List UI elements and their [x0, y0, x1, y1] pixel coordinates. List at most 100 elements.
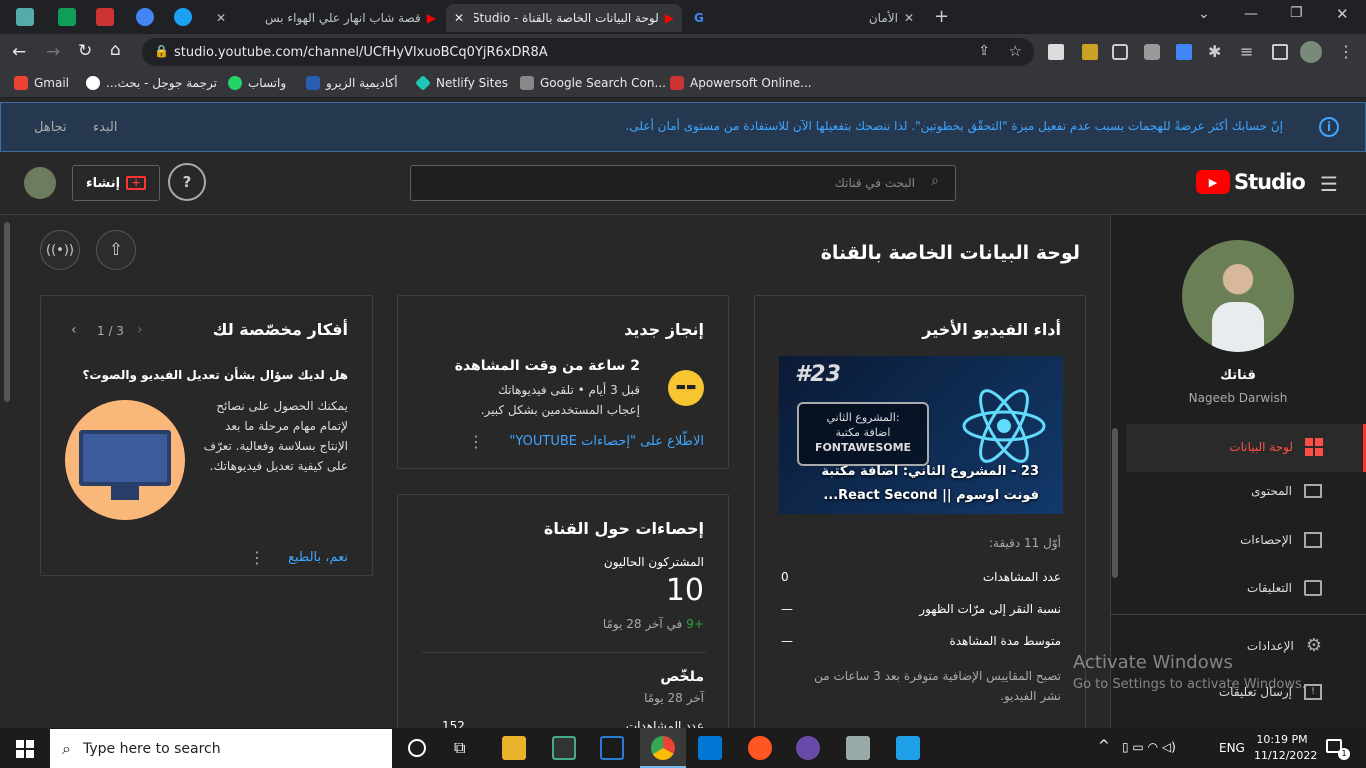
card-title: أفكار مخصّصة لك [212, 320, 348, 339]
reload-icon[interactable]: ↻ [78, 41, 92, 61]
help-icon[interactable]: ? [168, 163, 206, 201]
idea-illustration [65, 400, 185, 520]
window-close-icon[interactable]: ✕ [1336, 5, 1349, 23]
yes-button[interactable]: نعم، بالطبع [288, 550, 348, 565]
tab-studio[interactable]: ▶ لوحة البيانات الخاصة بالقناة - YouTube… [446, 4, 682, 32]
camera-icon[interactable] [1144, 44, 1160, 60]
pinned-tab-apowersoft-icon[interactable] [96, 8, 114, 26]
task-view-icon[interactable]: ⧉ [454, 738, 465, 758]
minimize-icon[interactable]: ⌄ [1198, 6, 1210, 22]
tray-chevron-icon[interactable]: ^ [1098, 738, 1110, 754]
account-avatar[interactable] [24, 167, 56, 199]
sidebar-scrollbar[interactable] [1112, 428, 1118, 578]
sidebar-item-analytics[interactable]: الإحصاءات [1240, 532, 1322, 548]
language-indicator[interactable]: ENG [1219, 741, 1245, 755]
youtube-icon: ▶ [664, 11, 674, 25]
time: 10:19 PM [1256, 733, 1308, 746]
channel-search-input[interactable]: البحث في قناتك ⌕ [410, 165, 956, 201]
bookmark-whatsapp[interactable]: واتساب [228, 76, 286, 90]
forward-icon[interactable]: → [46, 42, 60, 62]
feedback-icon: ! [1304, 684, 1322, 700]
bookmark-gmail[interactable]: Gmail [14, 76, 69, 90]
tab-security[interactable]: G الأمان ✕ [686, 4, 922, 32]
side-panel-icon[interactable] [1272, 44, 1288, 60]
bookmark-apowersoft[interactable]: Apowersoft Online... [670, 76, 812, 90]
download-app-icon[interactable] [600, 736, 624, 760]
chevron-right-icon[interactable]: › [137, 322, 143, 338]
app-icon[interactable] [846, 736, 870, 760]
more-options-icon[interactable]: ⋮ [249, 548, 265, 567]
stat-value: — [781, 634, 793, 648]
pinned-tab-icon[interactable] [16, 8, 34, 26]
channel-avatar[interactable] [1182, 240, 1294, 352]
translate-icon[interactable] [1176, 44, 1192, 60]
vscode-icon[interactable] [698, 736, 722, 760]
sidebar-item-dashboard[interactable]: لوحة البيانات [1126, 424, 1366, 472]
bookmark-netlify[interactable]: Netlify Sites [415, 75, 508, 91]
tray-icons[interactable]: ▯ ▭ ◠ ◁) [1122, 740, 1176, 754]
delta-text: في آخر 28 يومًا [602, 617, 683, 631]
create-button[interactable]: إنشاء + [72, 165, 160, 201]
share-icon[interactable]: ⇪ [978, 43, 990, 59]
back-icon[interactable]: ← [12, 42, 26, 62]
extension-pen-icon[interactable] [1082, 44, 1098, 60]
close-icon[interactable]: ✕ [454, 11, 464, 25]
clock[interactable]: 10:19 PM 11/12/2022 [1254, 732, 1318, 764]
home-icon[interactable]: ⌂ [110, 40, 121, 60]
close-icon[interactable]: ✕ [216, 11, 226, 25]
puzzle-icon[interactable]: ✱ [1208, 42, 1221, 61]
bookmark-translate[interactable]: ترجمة جوجل - بحث... [86, 76, 217, 90]
bookmark-search-console[interactable]: Google Search Con... [520, 76, 666, 90]
bookmark-label: واتساب [248, 76, 287, 90]
new-tab-icon[interactable]: + [934, 6, 949, 27]
taskbar-search-input[interactable]: ⌕ Type here to search [50, 729, 392, 768]
extension-icon[interactable] [1048, 44, 1064, 60]
upload-icon[interactable]: ⇧ [96, 230, 136, 270]
hamburger-menu-icon[interactable]: ☰ [1320, 172, 1338, 196]
close-icon[interactable]: ✕ [904, 11, 914, 25]
tab-video[interactable]: ▶ قصة شاب انهار علي الهواء بس ✕ [208, 4, 444, 32]
sidebar-item-label: التعليقات [1246, 581, 1292, 595]
sidebar-item-content[interactable]: المحتوى [1251, 484, 1322, 498]
bookmark-zero-academy[interactable]: أكاديمية الزيرو [306, 76, 398, 90]
chrome-taskbar-button[interactable] [640, 728, 686, 768]
menu-dots-icon[interactable]: ⋮ [1338, 42, 1354, 61]
store-icon[interactable] [552, 736, 576, 760]
chevron-left-icon[interactable]: ‹ [71, 322, 77, 338]
bookmark-label: Google Search Con... [540, 76, 666, 90]
start-button[interactable]: البدء [93, 120, 117, 135]
stat-label: نسبة النقر إلى مرّات الظهور [919, 602, 1061, 616]
date: 11/12/2022 [1254, 749, 1318, 762]
sidebar-item-comments[interactable]: التعليقات [1247, 580, 1322, 596]
media-icon[interactable]: ≡ [1240, 42, 1253, 61]
analytics-link[interactable]: الاطّلاع على "إحصاءات YOUTUBE" [509, 434, 704, 449]
pinned-tab-sheets-icon[interactable] [58, 8, 76, 26]
shield-icon[interactable] [1112, 44, 1128, 60]
dismiss-button[interactable]: تجاهل [34, 120, 67, 135]
video-thumbnail[interactable]: #23 المشروع الثاني: اضافة مكتبة FONTAWES… [779, 356, 1063, 514]
more-options-icon[interactable]: ⋮ [468, 432, 484, 451]
profile-avatar[interactable] [1300, 41, 1322, 63]
pinned-tab-play-icon[interactable] [136, 8, 154, 26]
search-icon: ⌕ [62, 738, 71, 758]
bookmark-star-icon[interactable]: ☆ [1009, 42, 1022, 60]
sidebar-item-settings[interactable]: ⚙ الإعدادات [1247, 637, 1322, 655]
window-minimize-icon[interactable]: — [1244, 6, 1258, 22]
channel-name: Nageeb Darwish [1188, 391, 1288, 405]
window-restore-icon[interactable]: ❐ [1290, 5, 1303, 21]
cortana-icon[interactable] [408, 739, 426, 757]
address-bar[interactable]: 🔒 studio.youtube.com/channel/UCfHyVIxuoB… [142, 38, 1034, 66]
file-explorer-icon[interactable] [502, 736, 526, 760]
banner-message: إنّ حسابك أكثر عرضةً للهجمات بسبب عدم تف… [625, 119, 1283, 133]
app-icon[interactable] [896, 736, 920, 760]
studio-logo[interactable]: ▶ Studio [1196, 170, 1306, 194]
scrollbar[interactable] [4, 222, 10, 402]
academy-icon [306, 76, 320, 90]
windows-start-icon[interactable] [16, 740, 34, 758]
app-icon[interactable] [748, 736, 772, 760]
app-icon[interactable] [796, 736, 820, 760]
pinned-tab-circle-icon[interactable] [174, 8, 192, 26]
settings-icon: ⚙ [1305, 635, 1322, 656]
go-live-icon[interactable]: ((•)) [40, 230, 80, 270]
page-title: لوحة البيانات الخاصة بالقناة [820, 242, 1080, 264]
